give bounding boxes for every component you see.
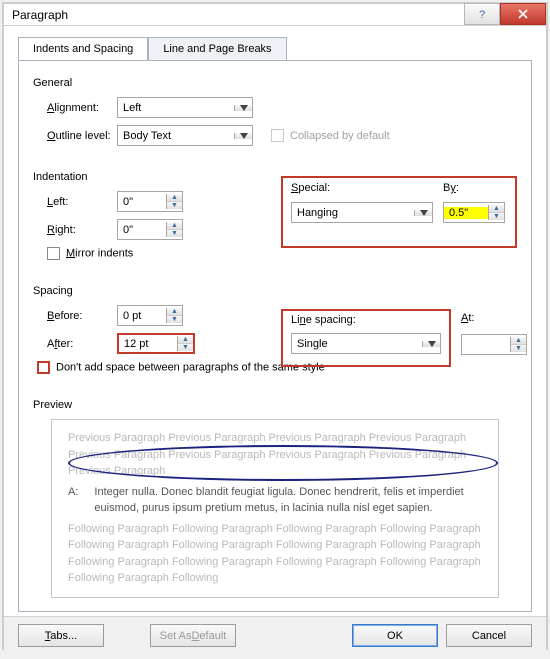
before-spinner[interactable]: 0 pt▲▼: [117, 305, 183, 326]
tabs-button[interactable]: Tabs...: [18, 624, 104, 647]
help-button[interactable]: ?: [464, 3, 500, 25]
general-heading: General: [33, 77, 517, 89]
special-combo[interactable]: Hanging: [291, 202, 433, 223]
collapsed-label: Collapsed by default: [290, 130, 390, 142]
chevron-down-icon: [234, 133, 252, 139]
ok-button[interactable]: OK: [352, 624, 438, 647]
outline-combo[interactable]: Body Text: [117, 125, 253, 146]
alignment-combo[interactable]: Left: [117, 97, 253, 118]
cancel-button[interactable]: Cancel: [446, 624, 532, 647]
line-spacing-label: Line spacing:: [291, 314, 441, 326]
after-label: After:: [33, 338, 117, 350]
spacing-heading: Spacing: [33, 285, 517, 297]
right-spinner[interactable]: 0"▲▼: [117, 219, 183, 240]
title-bar: Paragraph ?: [4, 4, 546, 26]
preview-main-key: A:: [68, 484, 78, 517]
mirror-label: Mirror indents: [66, 247, 133, 259]
alignment-label: AAlignment:lignment:: [33, 102, 117, 114]
right-label: Right:: [33, 224, 117, 236]
window-title: Paragraph: [4, 8, 464, 22]
left-label: Left:: [33, 196, 117, 208]
by-spinner[interactable]: 0.5"▲▼: [443, 202, 505, 223]
svg-text:?: ?: [479, 9, 485, 20]
at-spinner[interactable]: ▲▼: [461, 334, 527, 355]
close-button[interactable]: [500, 3, 546, 25]
dontadd-checkbox[interactable]: [37, 361, 50, 374]
preview-next-text: Following Paragraph Following Paragraph …: [68, 521, 482, 587]
set-default-button[interactable]: Set As Default: [150, 624, 236, 647]
before-label: Before:: [33, 310, 117, 322]
spin-down-icon: ▼: [167, 202, 182, 209]
tab-strip: Indents and Spacing Line and Page Breaks: [18, 36, 532, 60]
preview-box: Previous Paragraph Previous Paragraph Pr…: [51, 419, 499, 598]
mirror-checkbox[interactable]: [47, 247, 60, 260]
special-label: Special:: [291, 182, 443, 194]
after-spinner[interactable]: 12 pt▲▼: [117, 333, 195, 354]
chevron-down-icon: [234, 105, 252, 111]
at-label: At:: [461, 312, 474, 324]
annotation-ellipse: [68, 445, 498, 481]
left-spinner[interactable]: 0"▲▼: [117, 191, 183, 212]
preview-main-text: Integer nulla. Donec blandit feugiat lig…: [94, 484, 482, 517]
tab-line-page-breaks[interactable]: Line and Page Breaks: [148, 37, 286, 61]
by-label: By:: [443, 182, 459, 194]
line-spacing-combo[interactable]: Single: [291, 333, 441, 354]
tab-indents-spacing[interactable]: Indents and Spacing: [18, 37, 148, 61]
spin-up-icon: ▲: [167, 194, 182, 202]
collapsed-checkbox: [271, 129, 284, 142]
preview-heading: Preview: [33, 399, 517, 411]
outline-label: Outline level:: [33, 130, 117, 142]
